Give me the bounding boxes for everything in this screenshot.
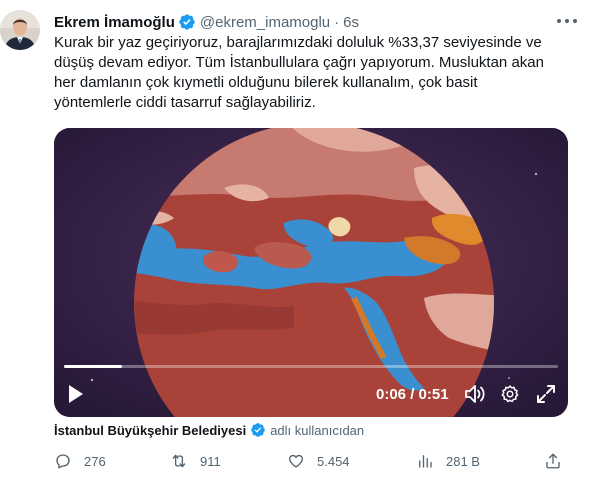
share-icon xyxy=(546,453,560,469)
tweet-text-line: düşüş devam ediyor. Tüm İstanbullulara ç… xyxy=(54,54,544,71)
tweet[interactable]: Ekrem İmamoğlu @ekrem_imamoglu · 6s Kura… xyxy=(0,0,599,482)
retweet-icon xyxy=(172,454,186,468)
media-credit: İstanbul Büyükşehir Belediyesi adlı kull… xyxy=(54,421,364,439)
views-button[interactable]: 281 B xyxy=(416,449,480,473)
video-timecode: 0:06 / 0:51 xyxy=(376,386,449,403)
tweet-text-line: Kurak bir yaz geçiriyoruz, barajlarımızd… xyxy=(54,34,542,51)
author-handle[interactable]: @ekrem_imamoglu xyxy=(200,14,330,31)
separator-dot: · xyxy=(334,13,340,31)
like-count: 5.454 xyxy=(317,453,350,469)
video-progress-fill xyxy=(64,365,123,368)
avatar[interactable] xyxy=(0,10,40,50)
share-button[interactable] xyxy=(544,449,574,473)
reply-count: 276 xyxy=(84,453,106,469)
play-icon[interactable] xyxy=(68,384,84,404)
tweet-text-line: her damlanın çok kıymetli olduğunu biler… xyxy=(54,74,478,91)
views-count: 281 B xyxy=(446,453,480,469)
volume-icon[interactable] xyxy=(464,384,486,404)
verified-badge-icon xyxy=(179,14,195,30)
verified-badge-icon xyxy=(251,423,266,437)
reply-icon xyxy=(56,454,70,469)
retweet-count: 911 xyxy=(200,453,221,469)
expand-icon[interactable] xyxy=(536,384,556,404)
credit-suffix: adlı kullanıcıdan xyxy=(270,422,365,438)
tweet-text: Kurak bir yaz geçiriyoruz, barajlarımızd… xyxy=(54,33,584,113)
credit-account-name[interactable]: İstanbul Büyükşehir Belediyesi xyxy=(54,423,246,438)
author-name[interactable]: Ekrem İmamoğlu xyxy=(54,14,175,31)
video-progress-bar[interactable] xyxy=(64,365,558,368)
reply-button[interactable]: 276 xyxy=(54,449,106,473)
like-button[interactable]: 5.454 xyxy=(287,449,350,473)
more-options-icon[interactable] xyxy=(557,14,577,28)
tweet-text-line: yöntemlerle ciddi tasarruf sağlayabiliri… xyxy=(54,94,316,111)
views-icon xyxy=(419,455,432,468)
video-player[interactable]: 0:06 / 0:51 xyxy=(54,128,568,417)
retweet-button[interactable]: 911 xyxy=(170,449,221,473)
gear-icon[interactable] xyxy=(500,384,520,404)
like-icon xyxy=(288,454,304,468)
tweet-time[interactable]: 6s xyxy=(343,14,359,31)
tweet-header: Ekrem İmamoğlu @ekrem_imamoglu · 6s xyxy=(54,12,359,32)
video-frame xyxy=(54,128,568,417)
tweet-actions: 276 911 5.454 281 B xyxy=(54,449,584,473)
